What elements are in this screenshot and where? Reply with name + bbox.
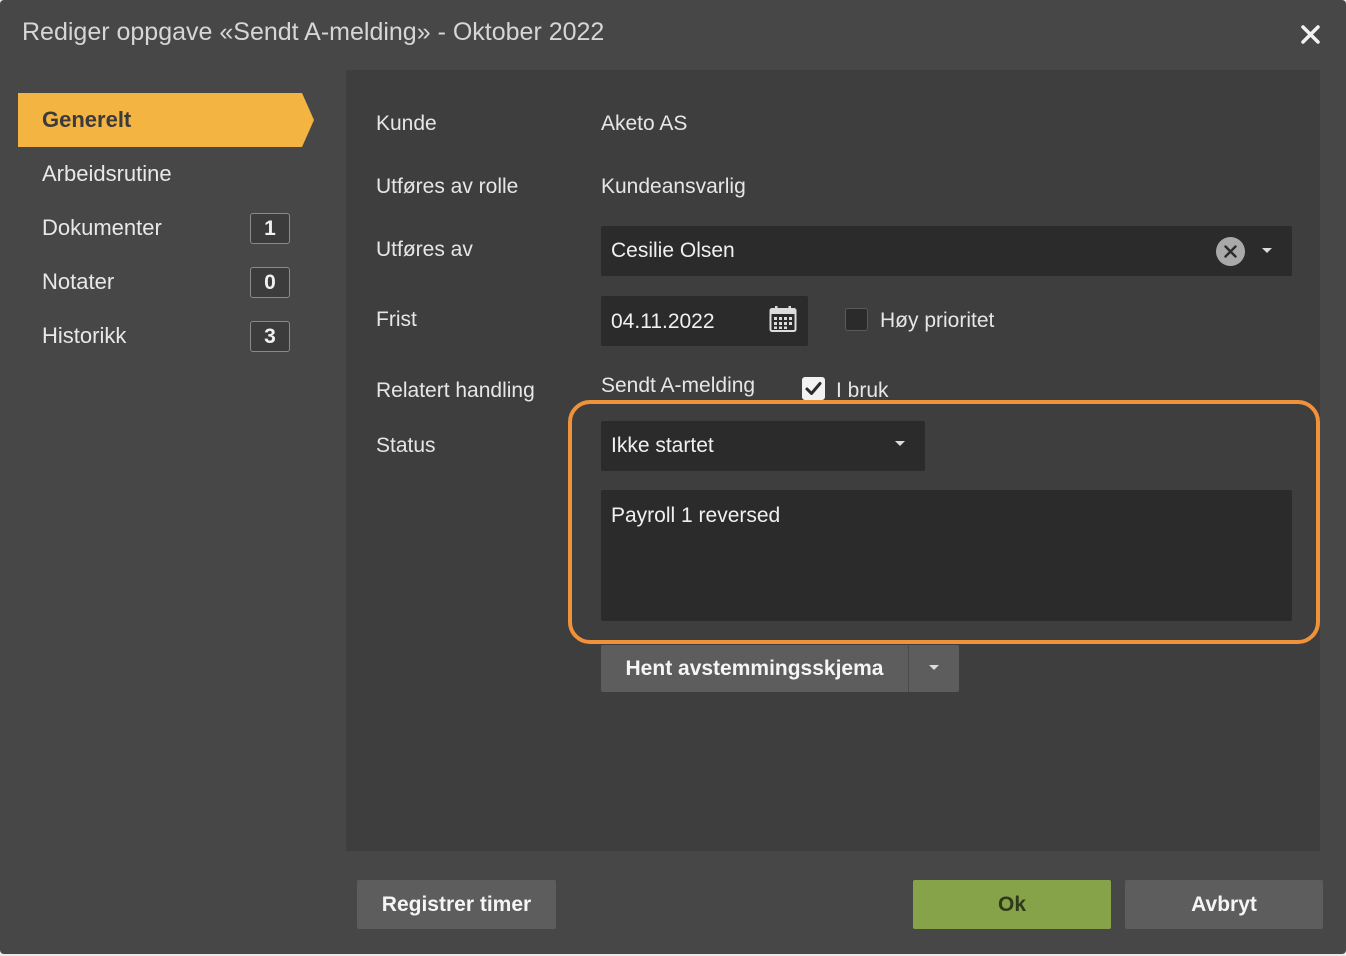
clear-icon[interactable] — [1216, 237, 1245, 266]
sidebar-item-label: Dokumenter — [42, 215, 162, 240]
chevron-down-icon — [929, 665, 939, 670]
assignee-value: Cesilie Olsen — [611, 239, 735, 262]
hent-split-button: Hent avstemmingsskjema — [601, 645, 959, 692]
assignee-select[interactable]: Cesilie Olsen — [601, 226, 1292, 276]
sidebar-item-label: Arbeidsrutine — [42, 161, 172, 186]
count-badge: 1 — [250, 213, 290, 244]
edit-task-dialog: Rediger oppgave «Sendt A-melding» - Okto… — [0, 0, 1346, 954]
sidebar-item-dokumenter[interactable]: Dokumenter 1 — [18, 201, 314, 255]
sidebar-item-label: Historikk — [42, 323, 127, 348]
relatert-value: Sendt A-melding — [601, 374, 756, 397]
frist-label: Frist — [376, 308, 417, 331]
due-date-input[interactable]: 04.11.2022 — [601, 296, 808, 346]
close-button[interactable] — [1296, 20, 1326, 50]
dialog-title: Rediger oppgave «Sendt A-melding» - Okto… — [22, 18, 605, 46]
due-date-value: 04.11.2022 — [611, 310, 715, 333]
register-hours-button[interactable]: Registrer timer — [357, 880, 556, 929]
utfores-label: Utføres av — [376, 238, 473, 261]
rolle-label: Utføres av rolle — [376, 175, 519, 198]
checkmark-icon — [805, 382, 822, 395]
i-bruk-checkbox[interactable] — [802, 377, 825, 400]
kunde-label: Kunde — [376, 112, 437, 135]
priority-label: Høy prioritet — [880, 309, 995, 332]
count-badge: 3 — [250, 321, 290, 352]
kunde-value: Aketo AS — [601, 112, 688, 135]
rolle-value: Kundeansvarlig — [601, 175, 746, 198]
close-icon — [1301, 25, 1320, 44]
relatert-label: Relatert handling — [376, 379, 535, 402]
priority-checkbox[interactable] — [845, 308, 868, 331]
chevron-down-icon — [1262, 248, 1272, 253]
hent-dropdown-toggle[interactable] — [909, 645, 959, 692]
calendar-icon[interactable] — [769, 305, 797, 333]
sidebar-item-historikk[interactable]: Historikk 3 — [18, 309, 314, 363]
count-badge: 0 — [250, 267, 290, 298]
highlight-annotation — [568, 400, 1320, 644]
sidebar-item-label: Generelt — [42, 107, 132, 132]
sidebar-item-label: Notater — [42, 269, 115, 294]
status-label: Status — [376, 434, 436, 457]
cancel-button[interactable]: Avbryt — [1125, 880, 1323, 929]
sidebar-item-arbeidsrutine[interactable]: Arbeidsrutine — [18, 147, 314, 201]
sidebar-item-generelt[interactable]: Generelt — [18, 93, 314, 147]
hent-button[interactable]: Hent avstemmingsskjema — [601, 645, 908, 692]
ok-button[interactable]: Ok — [913, 880, 1111, 929]
sidebar-item-notater[interactable]: Notater 0 — [18, 255, 314, 309]
